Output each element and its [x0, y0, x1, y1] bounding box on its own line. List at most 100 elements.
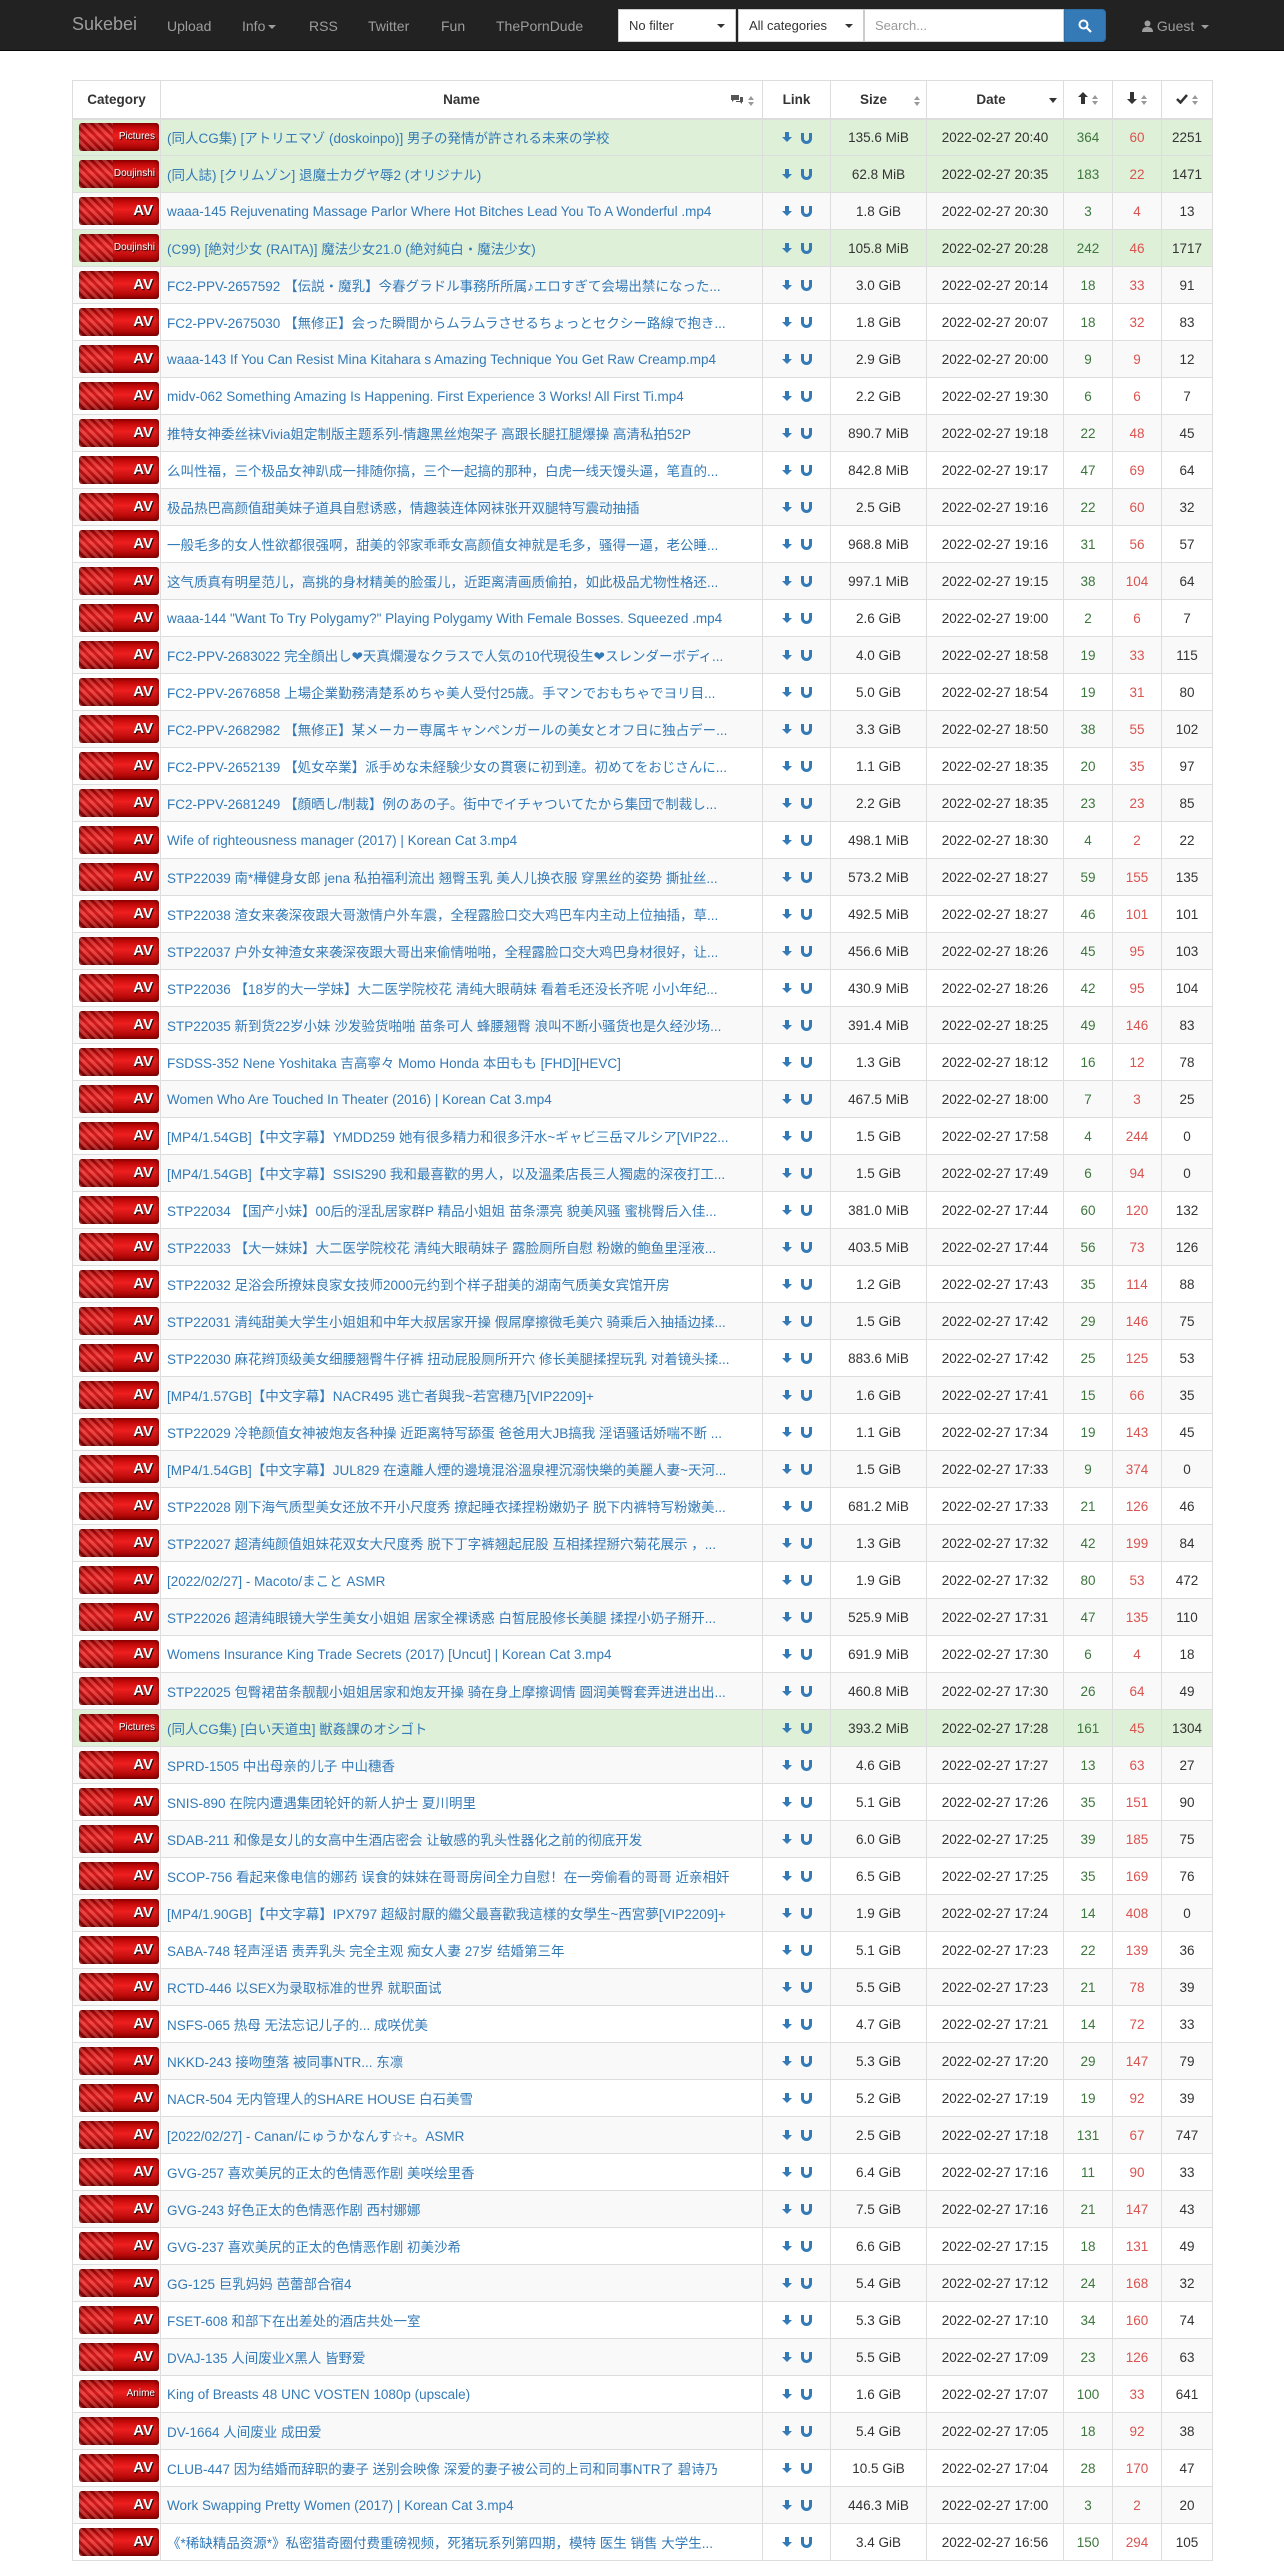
category-badge[interactable]: Pictures [79, 123, 159, 152]
torrent-name-link[interactable]: STP22028 刚下海气质型美女还放不开小尺度秀 撩起睡衣揉捏粉嫩奶子 脱下内… [160, 1487, 763, 1525]
category-badge[interactable]: AV [79, 678, 159, 706]
magnet-icon[interactable] [801, 2389, 812, 2401]
torrent-name-link[interactable]: STP22034 【国产小妹】00后的淫乱居家群P 精品小姐姐 苗条漂亮 貌美风… [160, 1191, 763, 1229]
magnet-icon[interactable] [801, 946, 812, 958]
download-icon[interactable] [781, 205, 793, 218]
download-icon[interactable] [781, 168, 793, 181]
download-icon[interactable] [781, 538, 793, 551]
torrent-name-link[interactable]: FC2-PPV-2683022 完全顔出し❤天真爛漫なクラスで人気の10代現役生… [160, 636, 763, 674]
category-badge[interactable]: AV [79, 1529, 159, 1557]
category-badge[interactable]: AV [79, 2158, 159, 2186]
magnet-icon[interactable] [801, 2056, 812, 2068]
magnet-icon[interactable] [801, 1131, 812, 1143]
category-badge[interactable]: AV [79, 2010, 159, 2038]
magnet-icon[interactable] [801, 1908, 812, 1920]
download-icon[interactable] [781, 2203, 793, 2216]
magnet-icon[interactable] [801, 872, 812, 884]
category-badge[interactable]: AV [79, 1418, 159, 1446]
category-badge[interactable]: AV [79, 1936, 159, 1964]
download-icon[interactable] [781, 464, 793, 477]
download-icon[interactable] [781, 1648, 793, 1661]
torrent-name-link[interactable]: [MP4/1.57GB]【中文字幕】NACR495 逃亡者與我~若宮穗乃[VIP… [160, 1376, 763, 1414]
download-icon[interactable] [781, 834, 793, 847]
torrent-name-link[interactable]: 么叫性福，三个极品女神趴成一排随你搞，三个一起搞的那种，白虎一线天馒头逼，笔直的… [160, 451, 763, 489]
torrent-name-link[interactable]: Women Who Are Touched In Theater (2016) … [160, 1080, 763, 1118]
download-icon[interactable] [781, 132, 793, 144]
header-name[interactable]: Name [160, 80, 763, 120]
download-icon[interactable] [781, 723, 793, 736]
torrent-name-link[interactable]: SCOP-756 看起来像电信的娜药 误食的妹妹在哥哥房间全力自慰！在一旁偷看的… [160, 1857, 763, 1895]
torrent-name-link[interactable]: GVG-243 好色正太的色情恶作剧 西村娜娜 [160, 2190, 763, 2228]
magnet-icon[interactable] [801, 1575, 812, 1587]
category-badge[interactable]: AV [79, 1751, 159, 1779]
magnet-icon[interactable] [801, 1057, 812, 1069]
magnet-icon[interactable] [801, 1871, 812, 1883]
category-badge[interactable]: AV [79, 1640, 159, 1668]
download-icon[interactable] [781, 501, 793, 514]
download-icon[interactable] [781, 1204, 793, 1217]
download-icon[interactable] [781, 2499, 793, 2512]
magnet-icon[interactable] [801, 1723, 812, 1735]
magnet-icon[interactable] [801, 1538, 812, 1550]
download-icon[interactable] [781, 2314, 793, 2327]
magnet-icon[interactable] [801, 1390, 812, 1402]
download-icon[interactable] [781, 760, 793, 773]
category-badge[interactable]: AV [79, 2084, 159, 2112]
header-date[interactable]: Date [926, 80, 1064, 120]
download-icon[interactable] [781, 2129, 793, 2142]
torrent-name-link[interactable]: STP22032 足浴会所撩妹良家女技师2000元约到个样子甜美的湖南气质美女宾… [160, 1265, 763, 1303]
category-badge[interactable]: AV [79, 1270, 159, 1298]
header-completed[interactable] [1161, 80, 1213, 120]
user-menu[interactable]: Guest [1142, 18, 1210, 34]
torrent-name-link[interactable]: STP22025 包臀裙苗条靓靓小姐姐居家和炮友开操 骑在身上摩擦调情 圆润美臀… [160, 1672, 763, 1710]
category-badge[interactable]: AV [79, 271, 159, 299]
download-icon[interactable] [781, 2092, 793, 2105]
magnet-icon[interactable] [801, 1649, 812, 1661]
torrent-name-link[interactable]: 极品热巴高颜值甜美妹子道具自慰诱惑，情趣装连体网袜张开双腿特写震动抽插 [160, 488, 763, 526]
magnet-icon[interactable] [801, 280, 812, 292]
category-badge[interactable]: AV [79, 1899, 159, 1927]
category-badge[interactable]: AV [79, 752, 159, 780]
magnet-icon[interactable] [801, 835, 812, 847]
category-badge[interactable]: AV [79, 1788, 159, 1816]
torrent-name-link[interactable]: waaa-145 Rejuvenating Massage Parlor Whe… [160, 192, 763, 230]
download-icon[interactable] [781, 1093, 793, 1106]
torrent-name-link[interactable]: DV-1664 人间废业 成田爱 [160, 2412, 763, 2450]
category-badge[interactable]: AV [79, 1159, 159, 1187]
magnet-icon[interactable] [801, 2463, 812, 2475]
nav-twitter[interactable]: Twitter [368, 18, 409, 34]
category-badge[interactable]: AV [79, 1011, 159, 1039]
torrent-name-link[interactable]: FC2-PPV-2681249 【顔晒し/制裁】例のあの子。街中でイチャついてた… [160, 784, 763, 822]
category-badge[interactable]: AV [79, 863, 159, 891]
search-input[interactable]: Search... [864, 9, 1064, 42]
torrent-name-link[interactable]: FC2-PPV-2676858 上場企業勤務清楚系めちゃ美人受付25歳。手マンで… [160, 673, 763, 711]
category-badge[interactable]: AV [79, 2047, 159, 2075]
brand-logo[interactable]: Sukebei [72, 14, 137, 35]
download-icon[interactable] [781, 612, 793, 625]
nav-rss[interactable]: RSS [309, 18, 338, 34]
torrent-name-link[interactable]: FC2-PPV-2657592 【伝説・魔乳】今春グラドル事務所所属♪エロすぎて… [160, 266, 763, 304]
download-icon[interactable] [781, 427, 793, 440]
category-badge[interactable]: AV [79, 1381, 159, 1409]
comments-sort[interactable] [730, 93, 754, 108]
category-badge[interactable]: AV [79, 1455, 159, 1483]
category-badge[interactable]: AV [79, 1862, 159, 1890]
magnet-icon[interactable] [801, 1797, 812, 1809]
download-icon[interactable] [781, 1537, 793, 1550]
category-badge[interactable]: AV [79, 2417, 159, 2445]
download-icon[interactable] [781, 279, 793, 292]
magnet-icon[interactable] [801, 2426, 812, 2438]
torrent-name-link[interactable]: FSDSS-352 Nene Yoshitaka 吉高寧々 Momo Honda… [160, 1043, 763, 1081]
category-badge[interactable]: AV [79, 2454, 159, 2482]
torrent-name-link[interactable]: CLUB-447 因为结婚而辞职的妻子 送别会映像 深爱的妻子被公司的上司和同事… [160, 2449, 763, 2487]
magnet-icon[interactable] [801, 1242, 812, 1254]
magnet-icon[interactable] [801, 1427, 812, 1439]
magnet-icon[interactable] [801, 539, 812, 551]
torrent-name-link[interactable]: GVG-237 喜欢美尻的正太的色情恶作剧 初美沙希 [160, 2227, 763, 2265]
torrent-name-link[interactable]: (同人CG集) [白い天道虫] 獣姦課のオシゴト [160, 1709, 763, 1747]
magnet-icon[interactable] [801, 1279, 812, 1291]
torrent-name-link[interactable]: STP22036 【18岁的大一学妹】大二医学院校花 清纯大眼萌妹 看着毛还没长… [160, 969, 763, 1007]
category-badge[interactable]: AV [79, 493, 159, 521]
magnet-icon[interactable] [801, 983, 812, 995]
download-icon[interactable] [781, 1981, 793, 1994]
